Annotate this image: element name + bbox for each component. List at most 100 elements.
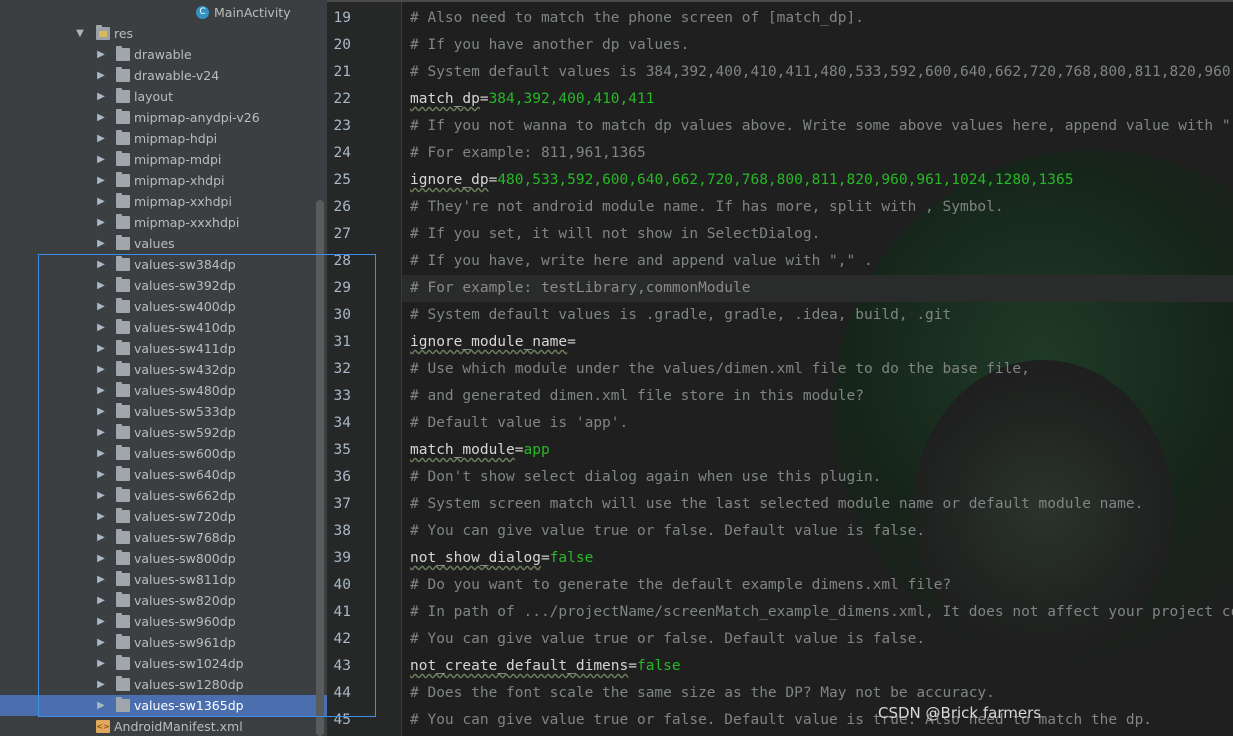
property-line: not_show_dialog=false <box>410 545 593 572</box>
collapse-arrow-icon[interactable]: ▶ <box>95 212 107 233</box>
collapse-arrow-icon[interactable]: ▶ <box>95 233 107 254</box>
line-number: 25 <box>333 172 351 188</box>
collapse-arrow-icon[interactable]: ▶ <box>95 191 107 212</box>
folder-icon <box>116 172 130 187</box>
tree-item-mipmap-anydpi-v26[interactable]: ▶ mipmap-anydpi-v26 <box>0 107 327 128</box>
code-line[interactable]: 32 # Use which module under the values/di… <box>327 356 1233 383</box>
comment-text: # You can give value true or false. Defa… <box>410 523 926 539</box>
comment-text: # For example: testLibrary,commonModule <box>410 280 751 296</box>
tree-item-values[interactable]: ▶ values <box>0 233 327 254</box>
tree-item-label: mipmap-xxxhdpi <box>134 215 240 230</box>
property-value: app <box>523 442 550 458</box>
comment-text: # System screen match will use the last … <box>410 496 1144 512</box>
tree-item-drawable-v24[interactable]: ▶ drawable-v24 <box>0 65 327 86</box>
collapse-arrow-icon[interactable]: ▶ <box>95 44 107 65</box>
comment-text: # System default values is 384,392,400,4… <box>410 64 1233 80</box>
comment-text: # Do you want to generate the default ex… <box>410 577 952 593</box>
code-line[interactable]: 38 # You can give value true or false. De… <box>327 518 1233 545</box>
tree-item-mipmap-xxhdpi[interactable]: ▶ mipmap-xxhdpi <box>0 191 327 212</box>
property-key: not_create_default_dimens <box>410 658 629 674</box>
code-line[interactable]: 27 # If you set, it will not show in Sele… <box>327 221 1233 248</box>
tree-item-mainactivity[interactable]: C MainActivity <box>0 2 327 23</box>
folder-icon <box>116 88 130 103</box>
comment-text: # Does the font scale the same size as t… <box>410 685 995 701</box>
tree-item-label: drawable <box>134 47 192 62</box>
tree-item-manifest[interactable]: <> AndroidManifest.xml <box>0 716 327 736</box>
property-line: match_dp=384,392,400,410,411 <box>410 86 654 113</box>
code-line[interactable]: 42 # You can give value true or false. De… <box>327 626 1233 653</box>
folder-icon <box>116 235 130 250</box>
expand-arrow-icon[interactable]: ▼ <box>74 23 86 44</box>
comment-text: # Use which module under the values/dime… <box>410 361 1030 377</box>
code-line[interactable]: 44 # Does the font scale the same size as… <box>327 680 1233 707</box>
code-editor[interactable]: 19 # Also need to match the phone screen … <box>327 0 1233 736</box>
xml-file-icon: <> <box>96 720 110 733</box>
tree-item-res[interactable]: ▼ res <box>0 23 327 44</box>
code-line[interactable]: 28 # If you have, write here and append v… <box>327 248 1233 275</box>
code-line[interactable]: 35 match_module=app <box>327 437 1233 464</box>
tree-item-label: mipmap-xhdpi <box>134 173 225 188</box>
code-line[interactable]: 41 # In path of .../projectName/screenMat… <box>327 599 1233 626</box>
property-key: match_module <box>410 442 515 458</box>
code-line[interactable]: 21 # System default values is 384,392,400… <box>327 59 1233 86</box>
tree-item-mipmap-mdpi[interactable]: ▶ mipmap-mdpi <box>0 149 327 170</box>
folder-icon <box>96 25 110 40</box>
comment-text: # and generated dimen.xml file store in … <box>410 388 864 404</box>
line-number: 22 <box>333 91 351 107</box>
comment-text: # If you not wanna to match dp values ab… <box>410 118 1233 134</box>
line-number: 26 <box>333 199 351 215</box>
code-line[interactable]: 33 # and generated dimen.xml file store i… <box>327 383 1233 410</box>
line-number: 23 <box>333 118 351 134</box>
collapse-arrow-icon[interactable]: ▶ <box>95 128 107 149</box>
code-line[interactable]: 37 # System screen match will use the las… <box>327 491 1233 518</box>
property-line: not_create_default_dimens=false <box>410 653 681 680</box>
tree-item-mipmap-hdpi[interactable]: ▶ mipmap-hdpi <box>0 128 327 149</box>
code-line[interactable]: 30 # System default values is .gradle, gr… <box>327 302 1233 329</box>
tree-item-mipmap-xhdpi[interactable]: ▶ mipmap-xhdpi <box>0 170 327 191</box>
code-line[interactable]: 43 not_create_default_dimens=false <box>327 653 1233 680</box>
code-line[interactable]: 40 # Do you want to generate the default … <box>327 572 1233 599</box>
code-line[interactable]: 20 # If you have another dp values. <box>327 32 1233 59</box>
tree-item-mipmap-xxxhdpi[interactable]: ▶ mipmap-xxxhdpi <box>0 212 327 233</box>
comment-text: # Don't show select dialog again when us… <box>410 469 882 485</box>
tree-item-label: mipmap-anydpi-v26 <box>134 110 260 125</box>
code-line[interactable]: 34 # Default value is 'app'. <box>327 410 1233 437</box>
comment-text: # Also need to match the phone screen of… <box>410 10 864 26</box>
tree-item-label: mipmap-xxhdpi <box>134 194 232 209</box>
tree-item-label: MainActivity <box>214 5 291 20</box>
comment-text: # If you have, write here and append val… <box>410 253 873 269</box>
tree-item-label: res <box>114 26 134 41</box>
code-line[interactable]: 25 ignore_dp=480,533,592,600,640,662,720,… <box>327 167 1233 194</box>
comment-text: # In path of .../projectName/screenMatch… <box>410 604 1233 620</box>
property-key: match_dp <box>410 91 480 107</box>
code-line[interactable]: 29 # For example: testLibrary,commonModul… <box>327 275 1233 302</box>
line-number: 19 <box>333 10 351 26</box>
line-number: 21 <box>333 64 351 80</box>
comment-text: # If you set, it will not show in Select… <box>410 226 821 242</box>
equals-sign: = <box>479 91 489 107</box>
collapse-arrow-icon[interactable]: ▶ <box>95 149 107 170</box>
collapse-arrow-icon[interactable]: ▶ <box>95 170 107 191</box>
collapse-arrow-icon[interactable]: ▶ <box>95 107 107 128</box>
tree-item-label: mipmap-hdpi <box>134 131 218 146</box>
line-number: 27 <box>333 226 351 242</box>
folder-icon <box>116 214 130 229</box>
folder-icon <box>116 130 130 145</box>
property-line: ignore_module_name= <box>410 329 576 356</box>
code-line[interactable]: 36 # Don't show select dialog again when … <box>327 464 1233 491</box>
line-number: 24 <box>333 145 351 161</box>
collapse-arrow-icon[interactable]: ▶ <box>95 86 107 107</box>
code-line[interactable]: 24 # For example: 811,961,1365 <box>327 140 1233 167</box>
code-line[interactable]: 23 # If you not wanna to match dp values … <box>327 113 1233 140</box>
code-line[interactable]: 26 # They're not android module name. If … <box>327 194 1233 221</box>
comment-text: # Default value is 'app'. <box>410 415 629 431</box>
code-line[interactable]: 39 not_show_dialog=false <box>327 545 1233 572</box>
tree-item-drawable[interactable]: ▶ drawable <box>0 44 327 65</box>
tree-item-layout[interactable]: ▶ layout <box>0 86 327 107</box>
code-line[interactable]: 22 match_dp=384,392,400,410,411 <box>327 86 1233 113</box>
code-line[interactable]: 31 ignore_module_name= <box>327 329 1233 356</box>
property-key: ignore_module_name <box>410 334 568 350</box>
code-line[interactable]: 19 # Also need to match the phone screen … <box>327 5 1233 32</box>
collapse-arrow-icon[interactable]: ▶ <box>95 65 107 86</box>
property-line: match_module=app <box>410 437 550 464</box>
